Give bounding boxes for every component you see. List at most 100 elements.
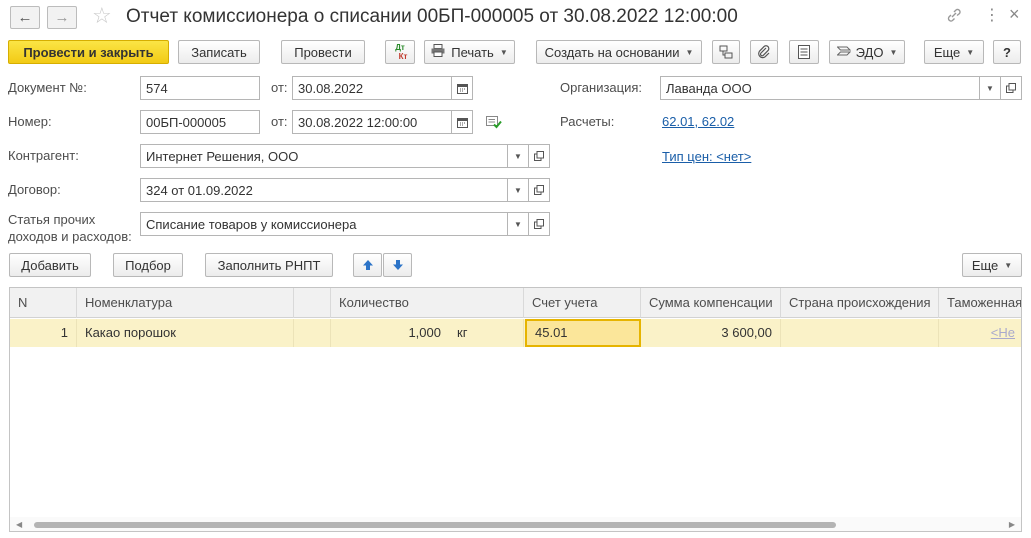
link-icon[interactable] — [946, 7, 962, 28]
open-window-icon — [534, 185, 544, 195]
calendar-button[interactable] — [451, 110, 473, 134]
row-number-cell[interactable]: 1 — [10, 319, 77, 347]
forward-button[interactable]: → — [47, 6, 77, 29]
table-more-label: Еще — [971, 257, 999, 273]
document-number-field[interactable]: 574 — [140, 76, 260, 100]
close-icon[interactable]: × — [1009, 5, 1020, 23]
post-button[interactable]: Провести — [281, 40, 365, 64]
counterparty-label: Контрагент: — [8, 148, 79, 163]
dt-kt-icon-bottom: Кт — [398, 52, 408, 61]
scroll-left-icon[interactable]: ◀ — [16, 520, 22, 529]
edo-button[interactable]: ЭДО ▼ — [829, 40, 905, 64]
settlements-link[interactable]: 62.01, 62.02 — [662, 114, 734, 129]
page-title: Отчет комиссионера о списании 00БП-00000… — [126, 6, 738, 27]
back-arrow-icon: ← — [17, 9, 33, 26]
scroll-right-icon[interactable]: ▶ — [1009, 520, 1015, 529]
more-actions-label: Еще — [933, 44, 961, 60]
fill-rnpt-button[interactable]: Заполнить РНПТ — [205, 253, 333, 277]
document-date-field[interactable]: 30.08.2022 — [292, 76, 452, 100]
number-date-from-label: от: — [271, 114, 288, 129]
customs-cell[interactable]: <Не — [939, 319, 1021, 347]
status-check-icon[interactable] — [486, 115, 502, 132]
calendar-icon — [456, 83, 468, 94]
help-button[interactable]: ? — [993, 40, 1021, 64]
print-label: Печать — [451, 44, 494, 60]
dt-kt-icon-top: Дт — [395, 43, 405, 52]
organization-field[interactable]: Лаванда ООО — [660, 76, 980, 100]
dt-kt-button[interactable]: Дт Кт — [385, 40, 415, 64]
other-income-label-line1: Статья прочих — [8, 212, 96, 227]
chevron-down-icon: ▼ — [514, 219, 522, 229]
counterparty-open-button[interactable] — [528, 144, 550, 168]
column-header-account[interactable]: Счет учета — [524, 288, 641, 318]
column-header-n[interactable]: N — [10, 288, 77, 318]
number-field[interactable]: 00БП-000005 — [140, 110, 260, 134]
edo-label: ЭДО — [855, 44, 884, 60]
unit-cell[interactable]: кг — [449, 319, 524, 347]
horizontal-scrollbar[interactable]: ◀ ▶ — [10, 517, 1021, 531]
chevron-down-icon: ▼ — [1004, 260, 1013, 270]
post-and-close-button[interactable]: Провести и закрыть — [8, 40, 169, 64]
selection-button[interactable]: Подбор — [113, 253, 183, 277]
country-cell[interactable] — [781, 319, 939, 347]
counterparty-field[interactable]: Интернет Решения, ООО — [140, 144, 508, 168]
column-header-blank[interactable] — [294, 288, 331, 318]
scrollbar-thumb[interactable] — [34, 522, 836, 528]
column-header-compensation[interactable]: Сумма компенсации — [641, 288, 781, 318]
quantity-cell[interactable]: 1,000 — [331, 319, 449, 347]
contract-label: Договор: — [8, 182, 61, 197]
goods-table[interactable]: N Номенклатура Количество Счет учета Сум… — [9, 287, 1022, 532]
column-header-quantity[interactable]: Количество — [331, 288, 524, 318]
column-header-item[interactable]: Номенклатура — [77, 288, 294, 318]
number-date-field[interactable]: 30.08.2022 12:00:00 — [292, 110, 452, 134]
blank-cell[interactable] — [294, 319, 331, 347]
arrow-up-icon — [362, 260, 373, 270]
table-row[interactable]: 1 Какао порошок 1,000 кг 45.01 3 600,00 … — [10, 319, 1021, 347]
create-based-on-button[interactable]: Создать на основании ▼ — [536, 40, 702, 64]
price-type-link[interactable]: Тип цен: <нет> — [662, 149, 751, 164]
chevron-down-icon: ▼ — [514, 151, 522, 161]
more-actions-button[interactable]: Еще ▼ — [924, 40, 984, 64]
contract-field[interactable]: 324 от 01.09.2022 — [140, 178, 508, 202]
back-button[interactable]: ← — [10, 6, 40, 29]
other-income-dropdown-button[interactable]: ▼ — [507, 212, 529, 236]
document-number-label: Документ №: — [8, 80, 87, 95]
other-income-label-line2: доходов и расходов: — [8, 229, 132, 244]
structure-button[interactable] — [712, 40, 740, 64]
open-window-icon — [534, 151, 544, 161]
report-button[interactable] — [789, 40, 819, 64]
printer-icon — [431, 44, 445, 60]
calendar-button[interactable] — [451, 76, 473, 100]
chevron-down-icon: ▼ — [986, 83, 994, 93]
organization-open-button[interactable] — [1000, 76, 1022, 100]
open-window-icon — [1006, 83, 1016, 93]
table-more-button[interactable]: Еще ▼ — [962, 253, 1022, 277]
favorite-star-icon[interactable]: ☆ — [92, 4, 112, 28]
column-header-country[interactable]: Страна происхождения — [781, 288, 939, 318]
add-row-button[interactable]: Добавить — [9, 253, 91, 277]
number-label: Номер: — [8, 114, 52, 129]
account-cell[interactable]: 45.01 — [525, 319, 641, 347]
move-up-button[interactable] — [353, 253, 382, 277]
other-income-field[interactable]: Списание товаров у комиссионера — [140, 212, 508, 236]
column-header-customs[interactable]: Таможенная — [939, 288, 1021, 318]
compensation-cell[interactable]: 3 600,00 — [641, 319, 781, 347]
chevron-down-icon: ▼ — [889, 47, 898, 57]
contract-open-button[interactable] — [528, 178, 550, 202]
more-menu-icon[interactable]: ⋮ — [984, 7, 1000, 25]
forward-arrow-icon: → — [54, 9, 70, 26]
item-cell[interactable]: Какао порошок — [77, 319, 294, 347]
print-button[interactable]: Печать ▼ — [424, 40, 515, 64]
move-down-button[interactable] — [383, 253, 412, 277]
structure-icon — [719, 45, 733, 59]
organization-dropdown-button[interactable]: ▼ — [979, 76, 1001, 100]
chevron-down-icon: ▼ — [685, 47, 694, 57]
create-based-on-label: Создать на основании — [544, 44, 680, 60]
other-income-open-button[interactable] — [528, 212, 550, 236]
edo-icon — [835, 45, 851, 60]
save-button[interactable]: Записать — [178, 40, 260, 64]
attach-file-button[interactable] — [750, 40, 778, 64]
contract-dropdown-button[interactable]: ▼ — [507, 178, 529, 202]
paperclip-icon — [758, 45, 770, 59]
counterparty-dropdown-button[interactable]: ▼ — [507, 144, 529, 168]
